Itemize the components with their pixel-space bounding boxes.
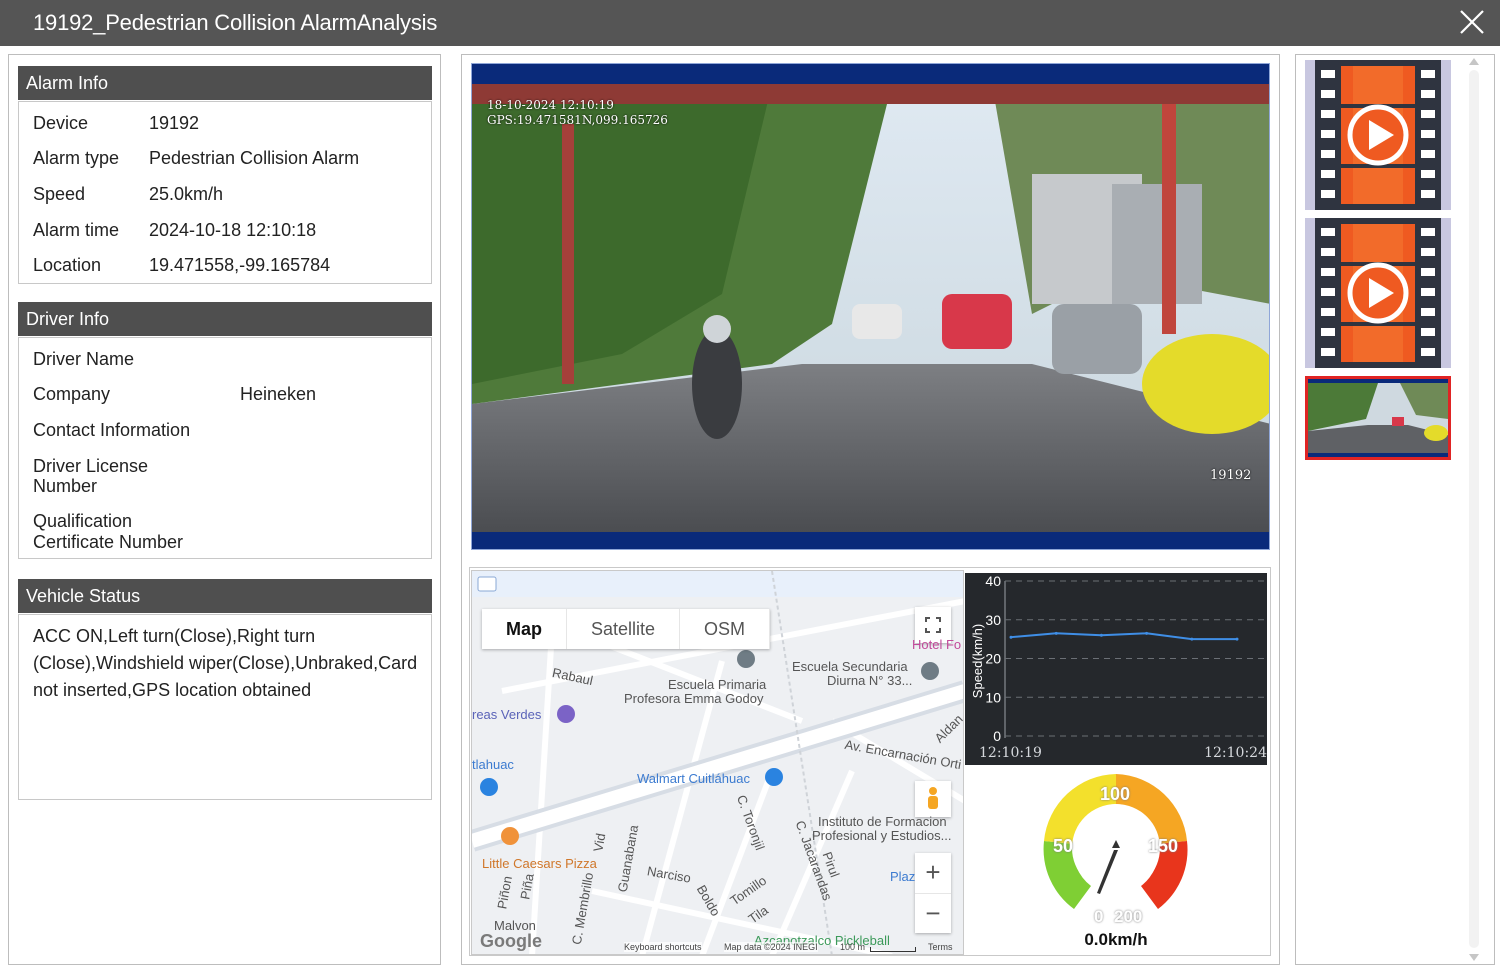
alarm-info-body: Device 19192 Alarm type Pedestrian Colli… [18, 101, 432, 284]
company-value: Heineken [240, 384, 317, 404]
google-logo: Google [480, 931, 542, 951]
vehicle-status-text: ACC ON,Left turn(Close),Right turn (Clos… [33, 626, 418, 700]
video-player[interactable]: 18-10-2024 12:10:19 GPS:19.471581N,099.1… [471, 63, 1270, 550]
video-overlay-id: 19192 [1210, 468, 1252, 483]
scroll-up-arrow-icon[interactable] [1469, 58, 1479, 65]
map-view[interactable]: Map Satellite OSM + − Rabaul Escuela Pri… [471, 570, 964, 955]
license-label-line2: Number [33, 476, 98, 496]
map-label-tlahuac: tlahuac [472, 757, 514, 772]
video-overlay-date: 18-10-2024 12:10:19 [487, 98, 614, 112]
gauge-label-200: 200 [1114, 907, 1143, 926]
map-tab-osm[interactable]: OSM [680, 609, 771, 649]
map-scale-bar [870, 947, 916, 952]
map-keyboard-shortcuts[interactable]: Keyboard shortcuts [624, 942, 702, 952]
map-label-plaza: Plaz [890, 869, 916, 884]
chart-ytick-label: 0 [993, 728, 1001, 744]
contact-label: Contact Information [33, 420, 191, 440]
driver-name-label: Driver Name [33, 349, 135, 369]
scrollbar-thumb[interactable] [1469, 70, 1479, 948]
map-label-little-caesars: Little Caesars Pizza [482, 856, 597, 871]
left-panel: Alarm Info Device 19192 Alarm type Pedes… [8, 54, 441, 965]
video-frame-image [472, 64, 1269, 549]
map-label-instituto-2: Profesional y Estudios... [812, 828, 952, 843]
gauge-label-100: 100 [1100, 784, 1131, 804]
alarm-speed-label: Speed [33, 184, 86, 204]
video-play-icon [1305, 218, 1451, 368]
chart-ytick-label: 10 [985, 689, 1001, 705]
map-terms-link[interactable]: Terms [928, 942, 953, 952]
scroll-down-arrow-icon[interactable] [1469, 954, 1479, 961]
chart-data-point [1054, 631, 1058, 635]
map-label-walmart: Walmart Cuitláhuac [637, 771, 750, 786]
map-data-attribution: Map data ©2024 INEGI [724, 942, 818, 952]
zoom-out-button[interactable]: − [915, 893, 951, 933]
speed-chart-svg: Speed(km/h) 0 10 20 30 40 12:10:19 12:10:24 [970, 573, 1267, 761]
chart-ytick-label: 40 [985, 573, 1001, 589]
alarm-location-value: 19.471558,-99.165784 [149, 255, 331, 275]
driver-info-header: Driver Info [18, 302, 432, 336]
alarm-speed-value: 25.0km/h [149, 184, 224, 204]
vehicle-status-body: ACC ON,Left turn(Close),Right turn (Clos… [18, 614, 432, 800]
alarm-type-value: Pedestrian Collision Alarm [149, 148, 360, 168]
map-label-vid: Vid [590, 832, 609, 853]
map-type-tabs: Map Satellite OSM [482, 609, 771, 649]
company-label: Company [33, 384, 111, 404]
alarm-location-label: Location [33, 255, 102, 275]
map-label-escuela-primaria-2: Profesora Emma Godoy [624, 691, 764, 706]
alarm-time-label: Alarm time [33, 220, 120, 240]
speed-chart: Speed(km/h) 0 10 20 30 40 12:10:19 12:10:24 [965, 573, 1267, 765]
chart-data-point [1145, 631, 1149, 635]
license-label-line1: Driver License [33, 456, 149, 476]
chart-xtick-label: 12:10:19 [979, 745, 1042, 761]
thumbnail-scrollbar[interactable] [1467, 56, 1481, 964]
chart-data-point [1190, 637, 1194, 641]
driver-info-body: Driver Name Company Heineken Contact Inf… [18, 337, 432, 559]
close-icon[interactable] [1456, 6, 1488, 38]
window-title: 19192_Pedestrian Collision AlarmAnalysis [33, 10, 438, 35]
qualification-label-line1: Qualification [33, 511, 133, 531]
qualification-label-line2: Certificate Number [33, 532, 184, 552]
video-thumbnail-2[interactable] [1305, 218, 1451, 368]
chart-data-point [1235, 637, 1239, 641]
alarm-device-value: 19192 [149, 113, 200, 133]
map-label-areas-verdes: reas Verdes [472, 707, 542, 722]
title-bar: 19192_Pedestrian Collision AlarmAnalysis [0, 0, 1500, 46]
alarm-info-header: Alarm Info [18, 66, 432, 100]
vehicle-status-header: Vehicle Status [18, 579, 432, 613]
map-tab-satellite[interactable]: Satellite [567, 609, 681, 649]
alarm-device-label: Device [33, 113, 89, 133]
gauge-label-150: 150 [1148, 836, 1179, 856]
video-thumbnail-1[interactable] [1305, 60, 1451, 210]
map-label-instituto-1: Instituto de Formacion [818, 814, 947, 829]
alarm-type-label: Alarm type [33, 148, 120, 168]
zoom-in-button[interactable]: + [915, 853, 951, 893]
chart-data-point [1009, 635, 1013, 639]
map-scale-label: 100 m [840, 942, 866, 952]
chart-data-point [1099, 633, 1103, 637]
pegman-icon[interactable] [915, 781, 951, 817]
map-tab-map[interactable]: Map [482, 609, 567, 649]
chart-ytick-label: 30 [985, 612, 1001, 628]
chart-ytick-label: 20 [985, 651, 1001, 667]
alarm-time-value: 2024-10-18 12:10:18 [149, 220, 317, 240]
gauge-speed-readout: 0.0km/h [1084, 930, 1148, 949]
chart-ylabel: Speed(km/h) [970, 624, 985, 698]
video-overlay-gps: GPS:19.471581N,099.165726 [487, 113, 668, 127]
chart-series-line-speed [1010, 632, 1237, 641]
map-label-escuela-secundaria-1: Escuela Secundaria [792, 659, 908, 674]
gauge-label-50: 50 [1053, 836, 1074, 856]
zoom-controls: + − [915, 853, 951, 933]
snapshot-image [1308, 379, 1448, 457]
map-label-escuela-primaria-1: Escuela Primaria [668, 677, 767, 692]
gauge-label-0: 0 [1094, 907, 1104, 926]
chart-xtick-label: 12:10:24 [1204, 745, 1267, 761]
speed-gauge: 0 50 100 150 200 0.0km/h [1034, 770, 1198, 952]
video-play-icon [1305, 60, 1451, 210]
map-label-hotel: Hotel Fo [912, 637, 962, 652]
snapshot-thumbnail[interactable] [1305, 376, 1451, 460]
map-label-escuela-secundaria-2: Diurna N° 33... [827, 673, 913, 688]
